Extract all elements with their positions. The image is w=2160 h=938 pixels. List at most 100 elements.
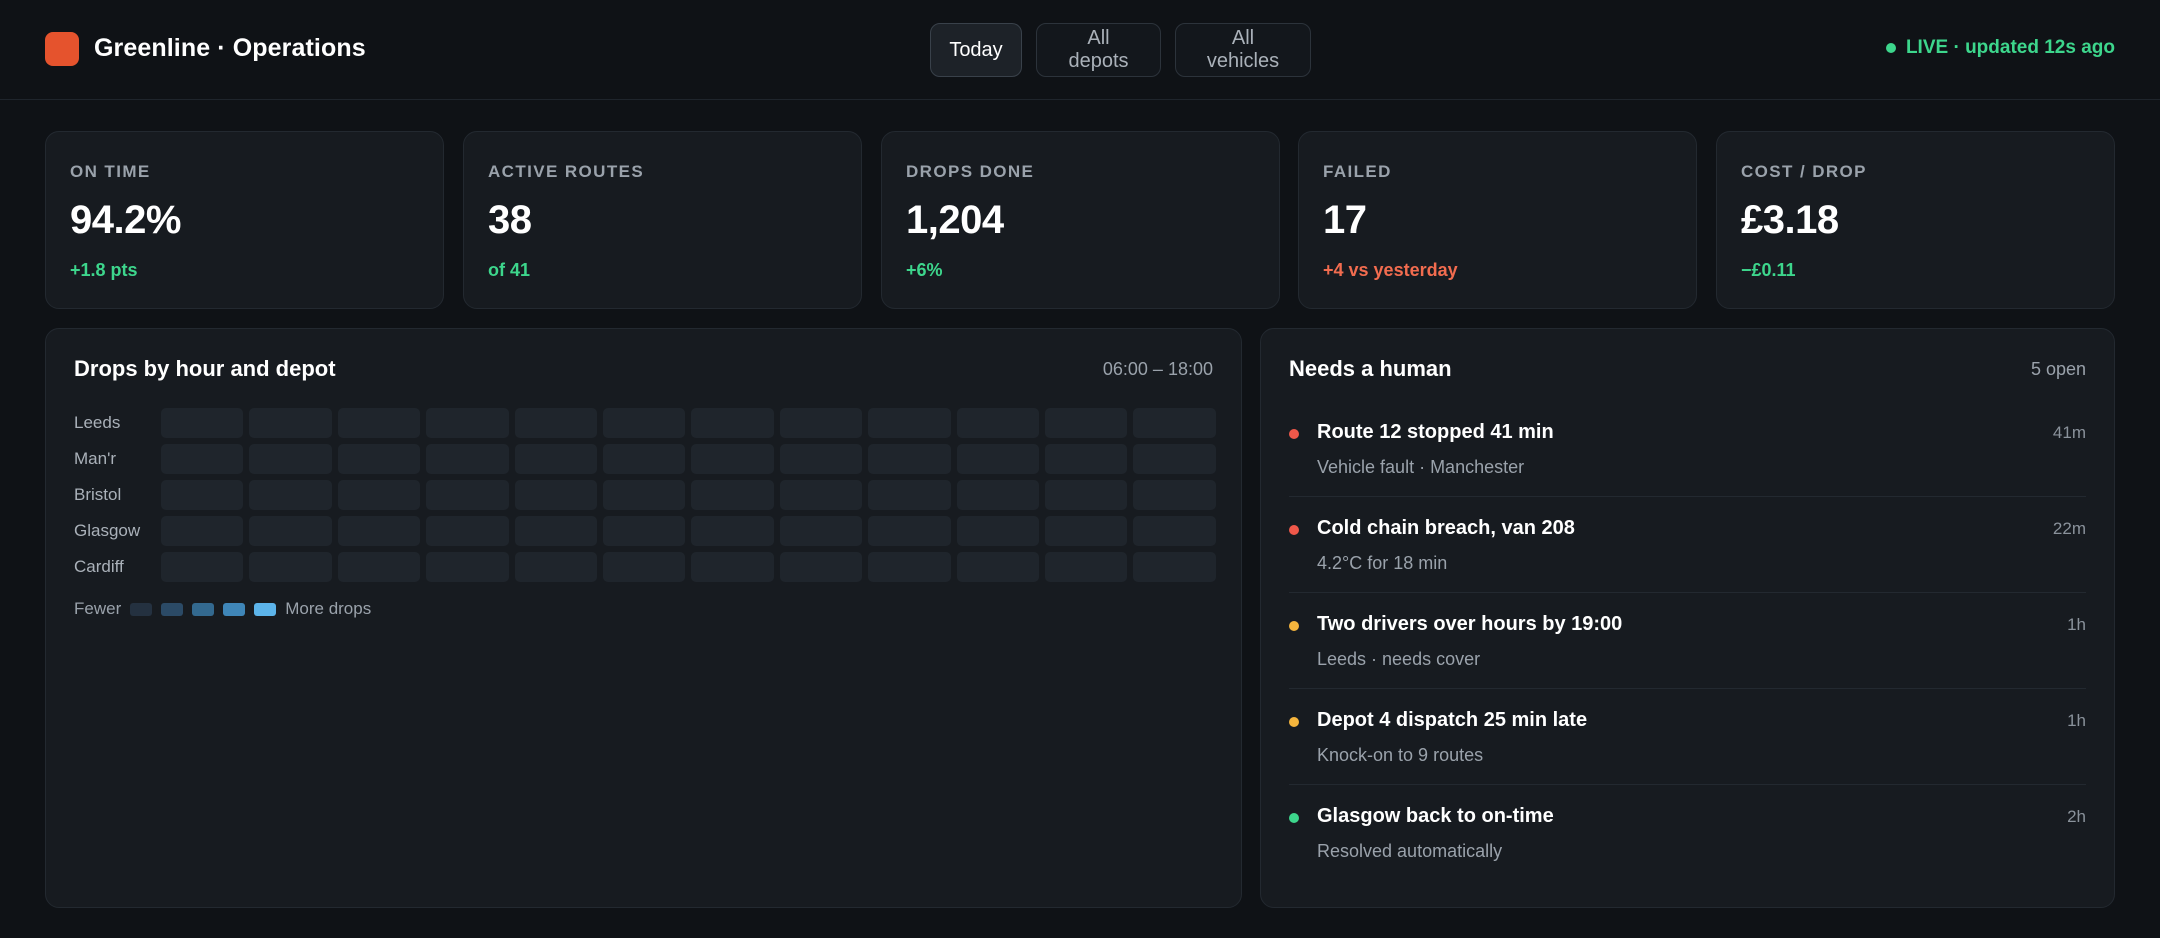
heatmap-cell <box>1133 408 1216 438</box>
heatmap-cell <box>1044 408 1128 438</box>
issue-item[interactable]: Two drivers over hours by 19:00 Leeds · … <box>1289 593 2086 689</box>
heatmap-cell <box>161 408 244 438</box>
severity-dot-icon <box>1289 621 1299 631</box>
legend-swatch <box>223 602 246 616</box>
heatmap-cell <box>161 480 244 510</box>
heatmap-cell <box>426 444 509 474</box>
heatmap-cell <box>1133 444 1216 474</box>
heatmap-row: Cardiff <box>74 549 1216 585</box>
heatmap-cell <box>956 552 1039 582</box>
issue-title: Cold chain breach, van 208 <box>1317 517 1575 539</box>
issue-detail: Resolved automatically <box>1317 841 1503 861</box>
depot-label: Leeds <box>74 413 121 432</box>
issue-age: 41m <box>2052 423 2086 442</box>
filter-depots-button[interactable]: All depots <box>1036 23 1161 77</box>
drops-heatmap-panel: Drops by hour and depot 06:00 – 18:00 Le… <box>45 328 1242 908</box>
needs-human-panel: Needs a human 5 open Route 12 stopped 41… <box>1260 328 2115 908</box>
issue-detail: Vehicle fault · Manchester <box>1317 457 1525 477</box>
heatmap-cell <box>337 516 421 546</box>
heatmap-cell <box>1044 444 1128 474</box>
heatmap-cell <box>602 444 686 474</box>
issue-age: 1h <box>2067 615 2086 634</box>
issue-title: Glasgow back to on-time <box>1317 805 1554 827</box>
kpi-card-on-time: ON TIME 94.2% +1.8 pts <box>45 131 444 309</box>
heatmap-cell <box>956 516 1039 546</box>
heatmap-cell <box>602 408 686 438</box>
legend-swatch <box>192 602 215 616</box>
heatmap-cell <box>779 444 863 474</box>
kpi-delta: +4 vs yesterday <box>1323 260 1458 280</box>
app-title: Greenline · Operations <box>94 34 366 62</box>
heatmap-cell <box>956 480 1039 510</box>
filter-today-button[interactable]: Today <box>930 23 1022 77</box>
issue-detail: 4.2°C for 18 min <box>1317 553 1448 573</box>
heatmap-cell <box>161 552 244 582</box>
heatmap-row: Glasgow <box>74 513 1216 549</box>
heatmap-cells <box>161 516 1216 546</box>
kpi-card-drops-done: DROPS DONE 1,204 +6% <box>881 131 1280 309</box>
legend-swatch <box>130 602 153 616</box>
heatmap-cell <box>514 480 597 510</box>
heatmap-cells <box>161 480 1216 510</box>
heatmap-cell <box>1133 552 1216 582</box>
issue-title: Route 12 stopped 41 min <box>1317 421 1554 443</box>
legend-low-label: Fewer <box>74 599 122 618</box>
kpi-label: ON TIME <box>70 162 151 181</box>
kpi-label: COST / DROP <box>1741 162 1867 181</box>
live-status-text: LIVE · updated 12s ago <box>1905 37 2115 58</box>
live-status: LIVE · updated 12s ago <box>1885 37 2115 59</box>
heatmap-cell <box>956 444 1039 474</box>
heatmap-cell <box>691 552 774 582</box>
heatmap-cell <box>868 480 951 510</box>
depot-label: Man'r <box>74 449 116 468</box>
issue-age: 22m <box>2052 519 2086 538</box>
heatmap-cell <box>1044 552 1128 582</box>
heatmap-cell <box>1044 516 1128 546</box>
heatmap-cell <box>868 552 951 582</box>
kpi-delta: +1.8 pts <box>70 260 138 280</box>
filter-vehicles-button[interactable]: All vehicles <box>1175 23 1311 77</box>
severity-dot-icon <box>1289 429 1299 439</box>
heatmap-grid: Leeds Man'r Bristol Glasgow Cardiff <box>74 405 1216 585</box>
issue-age: 2h <box>2067 807 2086 826</box>
panel-title: Drops by hour and depot <box>74 356 336 381</box>
kpi-value: 94.2% <box>70 198 181 242</box>
heatmap-cell <box>868 408 951 438</box>
issue-item[interactable]: Glasgow back to on-time Resolved automat… <box>1289 785 2086 881</box>
issue-item[interactable]: Depot 4 dispatch 25 min late Knock-on to… <box>1289 689 2086 785</box>
heatmap-cell <box>1044 480 1128 510</box>
kpi-label: DROPS DONE <box>906 162 1035 181</box>
heatmap-cell <box>514 552 597 582</box>
depot-label: Cardiff <box>74 557 124 576</box>
kpi-value: 1,204 <box>906 198 1004 242</box>
heatmap-cell <box>514 516 597 546</box>
heatmap-cell <box>426 552 509 582</box>
time-range: 06:00 – 18:00 <box>1102 359 1213 379</box>
heatmap-cell <box>249 408 332 438</box>
heatmap-cell <box>249 552 332 582</box>
heatmap-cell <box>161 444 244 474</box>
issue-list: Route 12 stopped 41 min Vehicle fault · … <box>1289 401 2086 881</box>
heatmap-cell <box>249 480 332 510</box>
app-logo <box>45 32 79 66</box>
kpi-delta: +6% <box>906 260 943 280</box>
kpi-value: 17 <box>1323 198 1367 242</box>
heatmap-cell <box>337 408 421 438</box>
issue-item[interactable]: Route 12 stopped 41 min Vehicle fault · … <box>1289 401 2086 497</box>
heatmap-cell <box>1133 480 1216 510</box>
severity-dot-icon <box>1289 813 1299 823</box>
issue-title: Depot 4 dispatch 25 min late <box>1317 709 1588 731</box>
issue-item[interactable]: Cold chain breach, van 208 4.2°C for 18 … <box>1289 497 2086 593</box>
heatmap-cell <box>602 516 686 546</box>
kpi-label: ACTIVE ROUTES <box>488 162 645 181</box>
heatmap-cell <box>514 444 597 474</box>
kpi-card-active-routes: ACTIVE ROUTES 38 of 41 <box>463 131 862 309</box>
heatmap-cell <box>868 516 951 546</box>
heatmap-cell <box>868 444 951 474</box>
legend-high-label: More drops <box>285 599 372 618</box>
heatmap-cell <box>691 516 774 546</box>
heatmap-cell <box>426 480 509 510</box>
heatmap-cell <box>691 444 774 474</box>
issue-title: Two drivers over hours by 19:00 <box>1317 613 1623 635</box>
heatmap-cell <box>249 516 332 546</box>
